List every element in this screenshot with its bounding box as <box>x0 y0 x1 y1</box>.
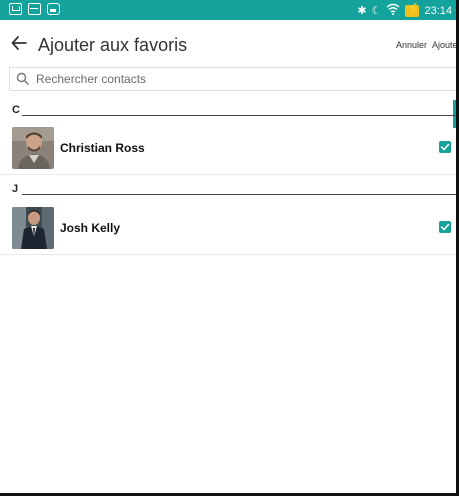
status-bar: ✱ ☾ 23:14 <box>0 0 456 20</box>
message-icon <box>9 3 22 15</box>
favorite-checkbox[interactable] <box>439 141 451 153</box>
contact-avatar <box>12 127 54 169</box>
section-divider <box>22 194 456 195</box>
section-header-j: J <box>0 182 456 200</box>
status-time: 23:14 <box>424 5 452 17</box>
battery-charging-icon <box>405 3 420 17</box>
photo-icon <box>47 3 60 15</box>
contact-row-josh-kelly[interactable]: Josh Kelly <box>0 207 456 257</box>
section-divider <box>22 115 456 116</box>
search-input[interactable] <box>36 70 436 88</box>
bluetooth-icon: ✱ <box>357 5 367 17</box>
row-divider <box>0 254 456 255</box>
page-title: Ajouter aux favoris <box>38 35 188 55</box>
app-bar: Ajouter aux favoris Annuler Ajouter <box>0 20 456 72</box>
status-bar-left <box>9 3 60 15</box>
section-letter: J <box>12 183 19 195</box>
screen: ✱ ☾ 23:14 Ajouter aux favoris Annuler Aj… <box>0 0 459 496</box>
search-icon <box>16 72 30 86</box>
contact-avatar <box>12 207 54 249</box>
mail-icon <box>28 3 41 15</box>
add-button[interactable]: Ajouter <box>432 38 456 52</box>
section-letter: C <box>12 104 20 116</box>
moon-icon: ☾ <box>371 5 382 17</box>
status-bar-right: ✱ ☾ 23:14 <box>357 3 452 19</box>
section-header-c: C <box>0 103 456 121</box>
contact-row-christian-ross[interactable]: Christian Ross <box>0 127 456 177</box>
row-divider <box>0 174 456 175</box>
favorite-checkbox[interactable] <box>439 221 451 233</box>
cancel-button[interactable]: Annuler <box>396 38 427 52</box>
contact-name: Christian Ross <box>60 141 145 155</box>
contact-name: Josh Kelly <box>60 221 121 235</box>
back-arrow-icon[interactable] <box>10 34 30 54</box>
search-box[interactable] <box>9 67 456 91</box>
wifi-icon <box>386 3 400 19</box>
